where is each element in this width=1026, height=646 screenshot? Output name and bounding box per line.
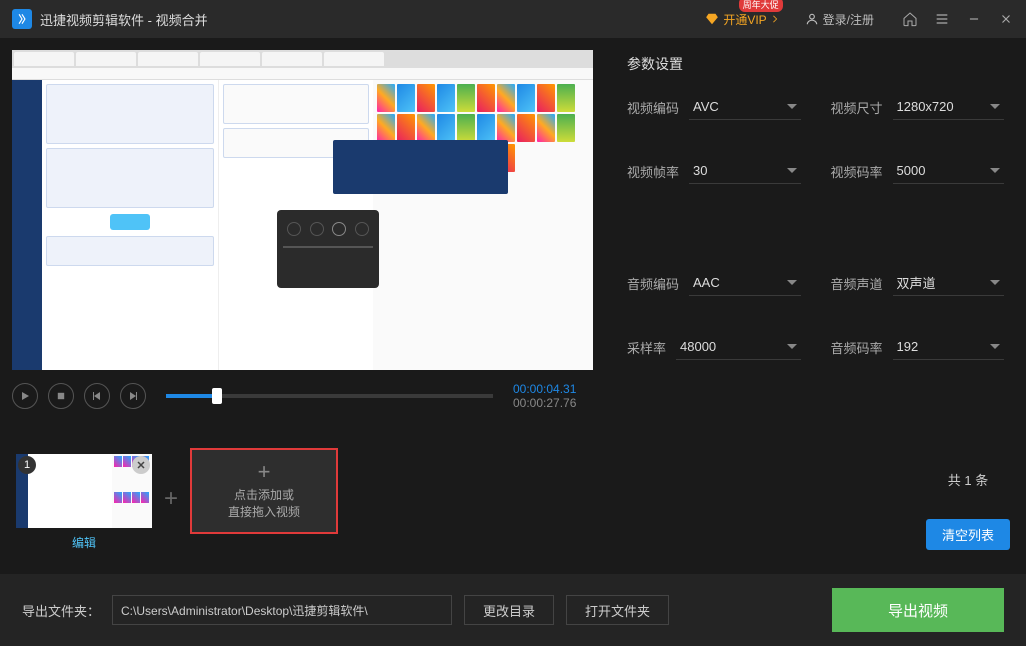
current-time: 00:00:04.31: [513, 382, 593, 396]
timeline-progress: [166, 394, 217, 398]
user-icon: [805, 12, 819, 26]
play-icon: [20, 391, 30, 401]
next-frame-button[interactable]: [120, 383, 146, 409]
total-time: 00:00:27.76: [513, 396, 593, 410]
chevron-down-icon: [990, 104, 1000, 109]
export-video-button[interactable]: 导出视频: [832, 588, 1004, 632]
video-fps-select[interactable]: 30: [689, 158, 800, 184]
overlay-tooltip: [333, 140, 508, 194]
chevron-down-icon: [990, 168, 1000, 173]
timeline-slider[interactable]: [166, 394, 493, 398]
time-display: 00:00:04.31 00:00:27.76: [513, 382, 593, 410]
prev-frame-icon: [92, 391, 102, 401]
stop-button[interactable]: [48, 383, 74, 409]
minimize-button[interactable]: [966, 11, 982, 27]
stop-icon: [57, 392, 65, 400]
clip-index-badge: 1: [18, 456, 36, 474]
export-bar: 导出文件夹： 更改目录 打开文件夹 导出视频: [0, 574, 1026, 646]
vip-promo-badge: 周年大促: [739, 0, 783, 12]
video-fps-label: 视频帧率: [627, 162, 679, 181]
video-codec-label: 视频编码: [627, 98, 679, 117]
clear-list-button[interactable]: 清空列表: [926, 519, 1010, 550]
login-button[interactable]: 登录/注册: [805, 11, 874, 28]
video-bitrate-label: 视频码率: [831, 162, 883, 181]
audio-bitrate-select[interactable]: 192: [893, 334, 1004, 360]
next-frame-icon: [128, 391, 138, 401]
parameters-title: 参数设置: [627, 54, 1004, 74]
plus-divider: +: [164, 485, 178, 513]
open-dir-button[interactable]: 打开文件夹: [566, 595, 669, 625]
audio-codec-select[interactable]: AAC: [689, 270, 800, 296]
clip-item: 1 编辑: [16, 454, 152, 551]
chevron-down-icon: [990, 344, 1000, 349]
close-button[interactable]: [998, 11, 1014, 27]
clip-remove-button[interactable]: [132, 456, 150, 474]
sample-rate-label: 采样率: [627, 338, 666, 357]
video-bitrate-select[interactable]: 5000: [893, 158, 1004, 184]
close-icon: [136, 460, 146, 470]
home-icon: [902, 11, 918, 27]
app-title: 迅捷视频剪辑软件 - 视频合并: [40, 10, 208, 29]
add-clip-label: 点击添加或直接拖入视频: [228, 487, 300, 521]
audio-channel-label: 音频声道: [831, 274, 883, 293]
change-dir-button[interactable]: 更改目录: [464, 595, 554, 625]
export-path-input[interactable]: [112, 595, 452, 625]
hamburger-icon: [934, 11, 950, 27]
chevron-right-icon: [771, 15, 779, 23]
titlebar: 迅捷视频剪辑软件 - 视频合并 周年大促 开通VIP 登录/注册: [0, 0, 1026, 38]
home-button[interactable]: [902, 11, 918, 27]
menu-button[interactable]: [934, 11, 950, 27]
chevron-down-icon: [990, 280, 1000, 285]
play-button[interactable]: [12, 383, 38, 409]
chevron-down-icon: [787, 168, 797, 173]
clips-area: 1 编辑 + + 点击添加或直接拖入视频 共 1 条 清空列表: [0, 444, 1026, 574]
audio-codec-label: 音频编码: [627, 274, 679, 293]
chevron-down-icon: [787, 104, 797, 109]
clip-edit-button[interactable]: 编辑: [72, 534, 96, 551]
chevron-down-icon: [787, 280, 797, 285]
chevron-down-icon: [787, 344, 797, 349]
timeline-handle[interactable]: [212, 388, 222, 404]
video-preview[interactable]: [12, 50, 593, 370]
clips-count: 共 1 条: [948, 470, 988, 489]
overlay-miniplayer: [277, 210, 379, 288]
add-clip-button[interactable]: + 点击添加或直接拖入视频: [190, 448, 338, 534]
plus-icon: +: [258, 461, 271, 483]
app-logo: [12, 9, 32, 29]
audio-bitrate-label: 音频码率: [831, 338, 883, 357]
prev-frame-button[interactable]: [84, 383, 110, 409]
video-size-label: 视频尺寸: [831, 98, 883, 117]
video-size-select[interactable]: 1280x720: [893, 94, 1004, 120]
close-icon: [999, 12, 1013, 26]
export-folder-label: 导出文件夹：: [22, 601, 100, 620]
clip-thumbnail[interactable]: 1: [16, 454, 152, 528]
vip-button[interactable]: 周年大促 开通VIP: [705, 11, 778, 28]
minimize-icon: [967, 12, 981, 26]
sample-rate-select[interactable]: 48000: [676, 334, 800, 360]
parameters-panel: 参数设置 视频编码 AVC 视频尺寸 1280x720 视频帧率 30: [605, 38, 1026, 444]
player-controls: 00:00:04.31 00:00:27.76: [0, 376, 605, 414]
audio-channel-select[interactable]: 双声道: [893, 270, 1004, 296]
video-codec-select[interactable]: AVC: [689, 94, 800, 120]
diamond-icon: [705, 12, 719, 26]
